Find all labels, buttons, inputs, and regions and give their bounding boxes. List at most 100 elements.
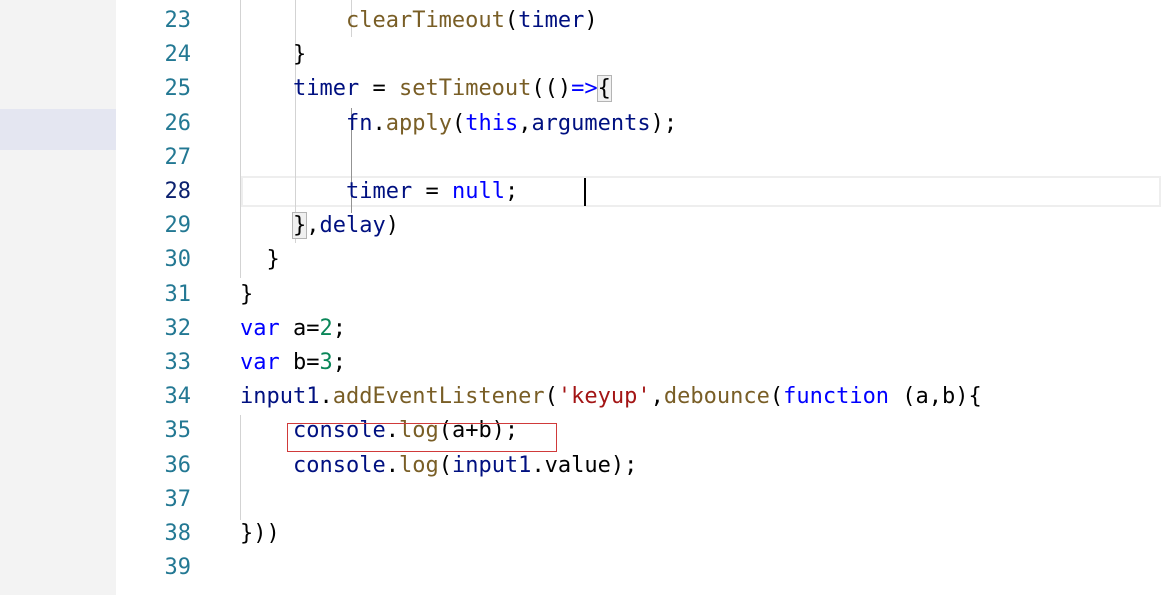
code-token: , bbox=[306, 213, 320, 239]
code-text[interactable]: var a=2; bbox=[240, 312, 346, 346]
line-number: 24 bbox=[164, 42, 192, 68]
line-number: 26 bbox=[164, 110, 192, 136]
code-token: var bbox=[240, 315, 280, 341]
code-token: => bbox=[571, 76, 598, 102]
code-line[interactable]: 26 fn.apply(this,arguments); bbox=[116, 107, 1161, 141]
code-token: ) bbox=[584, 8, 598, 33]
line-number: 29 bbox=[164, 213, 192, 239]
code-text[interactable]: clearTimeout(timer) bbox=[240, 4, 598, 38]
line-number: 36 bbox=[164, 452, 192, 478]
code-token: console bbox=[292, 452, 386, 478]
code-text[interactable]: console.log(input1.value); bbox=[240, 449, 637, 483]
code-token: apply bbox=[385, 110, 452, 136]
code-token: b= bbox=[279, 350, 320, 375]
left-panel-selected-row[interactable] bbox=[0, 109, 116, 150]
code-token: } bbox=[291, 212, 308, 240]
code-text[interactable]: var b=3; bbox=[240, 346, 346, 380]
line-number: 27 bbox=[164, 144, 192, 170]
code-token: timer bbox=[518, 8, 585, 33]
line-number: 31 bbox=[164, 281, 192, 307]
code-token: input1 bbox=[240, 384, 320, 410]
code-token: . bbox=[385, 452, 399, 478]
line-number: 28 bbox=[164, 179, 192, 204]
code-token: = bbox=[359, 76, 399, 102]
line-number: 23 bbox=[164, 8, 192, 33]
code-token: ( bbox=[451, 110, 466, 136]
code-line[interactable]: 33 var b=3; bbox=[116, 346, 1161, 380]
code-token: var bbox=[240, 350, 280, 375]
code-token: a= bbox=[279, 315, 320, 341]
code-token: , bbox=[518, 110, 532, 136]
code-token: delay bbox=[319, 213, 386, 239]
code-token: 'keyup' bbox=[557, 384, 651, 410]
code-line[interactable]: 36 console.log(input1.value); bbox=[116, 449, 1161, 483]
code-line[interactable]: 30 } bbox=[116, 243, 1161, 277]
code-line[interactable]: 38})) bbox=[116, 517, 1161, 551]
code-token: .value); bbox=[531, 452, 638, 478]
code-token: clearTimeout bbox=[345, 8, 505, 33]
code-text[interactable]: } bbox=[240, 243, 280, 277]
code-token: ) bbox=[385, 213, 399, 239]
code-text[interactable]: input1.addEventListener('keyup',debounce… bbox=[240, 380, 982, 414]
line-number: 33 bbox=[164, 350, 192, 375]
code-token: ( bbox=[438, 452, 452, 478]
code-line[interactable]: 25 timer = setTimeout(()=>{ bbox=[116, 72, 1161, 106]
code-editor[interactable]: 23 clearTimeout(timer) 24 } 25 timer = set… bbox=[116, 0, 1161, 595]
code-token: } bbox=[266, 247, 280, 273]
code-line[interactable]: 27 bbox=[116, 141, 1161, 175]
line-number: 30 bbox=[164, 247, 192, 273]
code-token: function bbox=[783, 384, 890, 410]
code-line[interactable]: 39 bbox=[116, 551, 1161, 585]
code-token: this bbox=[465, 110, 519, 136]
text-cursor bbox=[584, 178, 586, 206]
code-text[interactable]: } bbox=[240, 278, 253, 312]
code-token: { bbox=[596, 75, 612, 103]
code-token: ( bbox=[769, 384, 784, 410]
code-token: log bbox=[398, 452, 439, 478]
code-token: fn bbox=[345, 110, 373, 136]
code-text[interactable]: } bbox=[240, 38, 306, 72]
code-text[interactable]: })) bbox=[240, 517, 280, 551]
line-number: 39 bbox=[164, 555, 192, 581]
code-token: setTimeout bbox=[398, 76, 532, 102]
code-line[interactable]: 35 console.log(a+b); bbox=[116, 414, 1161, 448]
line-number: 35 bbox=[164, 418, 192, 444]
code-token: , bbox=[650, 384, 664, 410]
code-token: arguments bbox=[531, 110, 651, 136]
line-number: 34 bbox=[164, 384, 192, 410]
code-line[interactable]: 31} bbox=[116, 278, 1161, 312]
code-line[interactable]: 37 bbox=[116, 483, 1161, 517]
code-token: } bbox=[240, 281, 254, 307]
code-text[interactable]: },delay) bbox=[240, 209, 399, 243]
code-token: = bbox=[412, 179, 452, 204]
code-token: } bbox=[292, 42, 307, 68]
code-line[interactable]: 32 var a=2; bbox=[116, 312, 1161, 346]
code-text[interactable]: timer = null; bbox=[240, 175, 518, 209]
code-token: timer bbox=[292, 76, 360, 102]
code-token: . bbox=[372, 110, 386, 136]
code-token: ( bbox=[544, 384, 558, 410]
code-line[interactable]: 23 clearTimeout(timer) bbox=[116, 4, 1161, 38]
code-text[interactable]: timer = setTimeout(()=>{ bbox=[240, 72, 612, 106]
code-token: null bbox=[451, 179, 505, 204]
line-number: 37 bbox=[164, 486, 192, 512]
code-token: debounce bbox=[663, 384, 770, 410]
code-token: 2 bbox=[319, 315, 333, 341]
code-line[interactable]: 28 timer = null; bbox=[116, 175, 1161, 209]
code-token: (() bbox=[531, 76, 572, 102]
code-text[interactable]: fn.apply(this,arguments); bbox=[240, 107, 677, 141]
code-token: ); bbox=[650, 110, 678, 136]
code-token: timer bbox=[345, 179, 413, 204]
code-token: input1 bbox=[451, 452, 532, 478]
code-token: (a,b){ bbox=[889, 384, 982, 410]
code-line[interactable]: 29 },delay) bbox=[116, 209, 1161, 243]
line-number: 32 bbox=[164, 315, 192, 341]
code-line[interactable]: 24 } bbox=[116, 38, 1161, 72]
code-line[interactable]: 34 input1.addEventListener('keyup',deboun… bbox=[116, 380, 1161, 414]
